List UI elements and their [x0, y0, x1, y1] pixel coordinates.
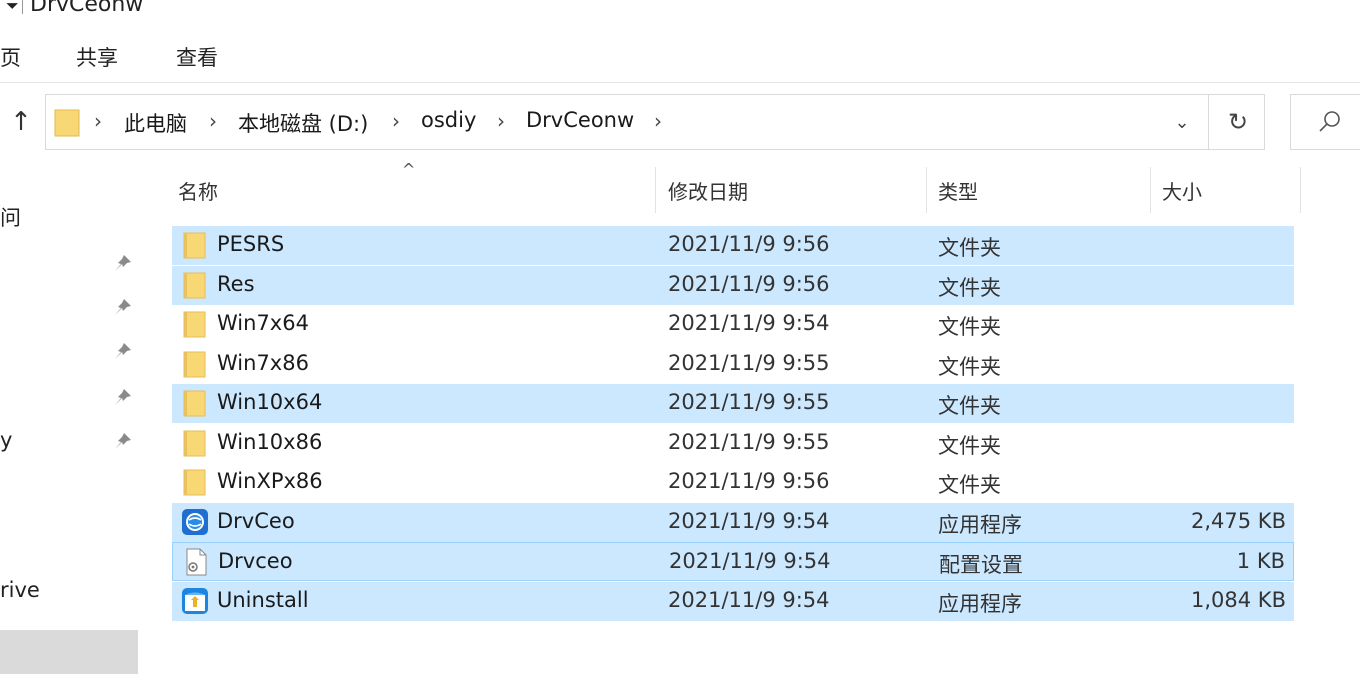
column-name[interactable]: 名称: [178, 176, 218, 205]
file-modified-date: 2021/11/9 9:54: [668, 311, 830, 335]
refresh-icon[interactable]: ↻: [1208, 95, 1267, 149]
file-row[interactable]: Win10x86 2021/11/9 9:55 文件夹: [172, 424, 1294, 463]
file-modified-date: 2021/11/9 9:55: [668, 350, 830, 375]
file-modified-date: 2021/11/9 9:56: [668, 469, 830, 493]
tab-share[interactable]: 共享: [76, 42, 118, 72]
file-row[interactable]: Win7x86 2021/11/9 9:55 文件夹: [172, 345, 1294, 384]
file-type: 配置设置: [939, 553, 1023, 577]
breadcrumb-drvceonw[interactable]: DrvCeonw: [526, 108, 634, 132]
file-name: Uninstall: [217, 587, 309, 612]
file-type: 文件夹: [938, 433, 1001, 458]
column-divider[interactable]: [1150, 167, 1151, 213]
breadcrumb-osdiy[interactable]: osdiy: [421, 108, 476, 132]
file-row[interactable]: PESRS 2021/11/9 9:56 文件夹: [172, 226, 1294, 265]
file-row[interactable]: Drvceo 2021/11/9 9:54 配置设置 1 KB: [172, 542, 1294, 581]
file-name: PESRS: [217, 232, 285, 256]
column-divider[interactable]: [1300, 167, 1301, 213]
tab-home[interactable]: 页: [0, 42, 21, 72]
pin-icon[interactable]: [112, 252, 134, 274]
breadcrumb-chevron-icon[interactable]: ›: [94, 109, 102, 133]
breadcrumb-this-pc[interactable]: 此电脑: [124, 108, 187, 138]
file-name: WinXPx86: [217, 469, 323, 493]
file-modified-date: 2021/11/9 9:54: [668, 508, 830, 533]
nav-item-fragment[interactable]: 问: [0, 202, 21, 232]
window-title: DrvCeonw: [30, 0, 144, 17]
column-type[interactable]: 类型: [938, 176, 978, 205]
file-row[interactable]: DrvCeo 2021/11/9 9:54 应用程序 2,475 KB: [172, 502, 1294, 542]
quick-access-dropdown-icon[interactable]: ⏷: [6, 0, 19, 16]
folder-icon: [54, 109, 80, 137]
file-size: 1,084 KB: [1191, 587, 1286, 612]
file-row[interactable]: Uninstall 2021/11/9 9:54 应用程序 1,084 KB: [172, 581, 1294, 621]
title-separator: [22, 0, 23, 14]
file-name: Res: [217, 271, 255, 296]
up-arrow-icon[interactable]: ↑: [8, 104, 34, 140]
file-modified-date: 2021/11/9 9:55: [668, 429, 830, 454]
file-name: Win7x86: [217, 350, 309, 375]
folder-icon: [181, 231, 209, 259]
file-row[interactable]: WinXPx86 2021/11/9 9:56 文件夹: [172, 463, 1294, 502]
folder-icon: [181, 468, 209, 496]
search-icon: [1319, 111, 1340, 132]
breadcrumb-local-disk[interactable]: 本地磁盘 (D:): [238, 108, 368, 138]
file-modified-date: 2021/11/9 9:56: [668, 271, 830, 296]
file-modified-date: 2021/11/9 9:56: [668, 232, 830, 256]
file-name: Win7x64: [217, 311, 309, 335]
file-row[interactable]: Res 2021/11/9 9:56 文件夹: [172, 265, 1294, 305]
file-row[interactable]: Win7x64 2021/11/9 9:54 文件夹: [172, 305, 1294, 344]
column-header: 名称 修改日期 类型 大小: [172, 165, 1302, 215]
navigation-pane: 问 y rive: [0, 152, 145, 698]
file-type: 应用程序: [938, 591, 1022, 616]
ribbon-tabs: 页 共享 查看: [0, 34, 1360, 83]
folder-icon: [181, 350, 209, 378]
file-name: Drvceo: [218, 549, 293, 573]
file-modified-date: 2021/11/9 9:54: [669, 549, 831, 573]
pin-icon[interactable]: [112, 386, 134, 408]
app-globe-icon: [181, 508, 209, 536]
tab-view[interactable]: 查看: [176, 42, 218, 72]
file-size: 1 KB: [1236, 549, 1285, 573]
column-date[interactable]: 修改日期: [668, 176, 748, 205]
file-name: Win10x64: [217, 390, 323, 414]
file-name: Win10x86: [217, 429, 323, 454]
file-type: 文件夹: [938, 315, 1001, 339]
pin-icon[interactable]: [112, 340, 134, 362]
file-type: 应用程序: [938, 512, 1022, 537]
breadcrumb-chevron-icon[interactable]: ›: [209, 109, 217, 133]
uninstall-icon: [181, 587, 209, 615]
file-modified-date: 2021/11/9 9:55: [668, 390, 830, 414]
column-divider[interactable]: [655, 167, 656, 213]
file-type: 文件夹: [938, 394, 1001, 418]
file-type: 文件夹: [938, 354, 1001, 379]
file-modified-date: 2021/11/9 9:54: [668, 587, 830, 612]
pin-icon[interactable]: [112, 430, 134, 452]
file-name: DrvCeo: [217, 508, 295, 533]
file-row[interactable]: Win10x64 2021/11/9 9:55 文件夹: [172, 384, 1294, 423]
nav-item-fragment[interactable]: rive: [0, 578, 40, 602]
config-file-icon: [182, 548, 210, 576]
title-bar: ⏷ DrvCeonw: [0, 0, 1360, 22]
search-input[interactable]: [1290, 94, 1360, 150]
address-row: ↑ › 此电脑 › 本地磁盘 (D:) › osdiy › DrvCeonw ›…: [0, 92, 1360, 152]
nav-item-fragment[interactable]: y: [0, 428, 12, 452]
breadcrumb-chevron-icon[interactable]: ›: [654, 109, 662, 133]
pin-icon[interactable]: [112, 296, 134, 318]
breadcrumb-chevron-icon[interactable]: ›: [497, 109, 505, 133]
folder-icon: [181, 429, 209, 457]
file-type: 文件夹: [938, 236, 1001, 260]
file-type: 文件夹: [938, 275, 1001, 300]
address-bar[interactable]: › 此电脑 › 本地磁盘 (D:) › osdiy › DrvCeonw › ⌄…: [45, 94, 1265, 150]
column-size[interactable]: 大小: [1162, 176, 1202, 205]
folder-icon: [181, 389, 209, 417]
nav-selected-item[interactable]: [0, 630, 138, 674]
file-type: 文件夹: [938, 473, 1001, 497]
folder-icon: [181, 310, 209, 338]
file-size: 2,475 KB: [1191, 508, 1286, 533]
address-history-dropdown-icon[interactable]: ⌄: [1164, 107, 1200, 139]
folder-icon: [181, 271, 209, 299]
column-divider[interactable]: [926, 167, 927, 213]
breadcrumb-chevron-icon[interactable]: ›: [392, 109, 400, 133]
